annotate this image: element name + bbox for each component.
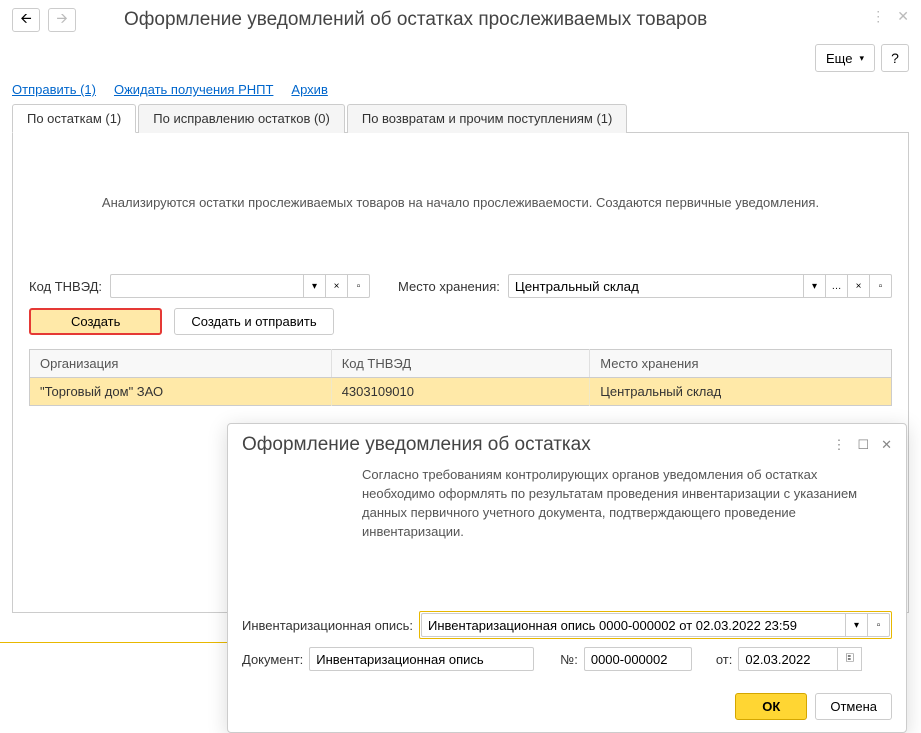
document-input[interactable] (309, 647, 534, 671)
storage-input[interactable] (508, 274, 804, 298)
more-button[interactable]: Еще (815, 44, 875, 72)
send-link[interactable]: Отправить (1) (12, 82, 96, 97)
tnved-dropdown-button[interactable]: ▾ (304, 274, 326, 298)
number-input[interactable] (584, 647, 692, 671)
dialog-description: Согласно требованиям контролирующих орга… (362, 466, 892, 541)
page-title: Оформление уведомлений об остатках просл… (124, 9, 707, 31)
col-storage[interactable]: Место хранения (590, 350, 892, 378)
kebab-icon[interactable]: ⋮ (871, 8, 885, 25)
cancel-button[interactable]: Отмена (815, 693, 892, 720)
storage-label: Место хранения: (398, 279, 500, 294)
footer-divider (0, 642, 230, 643)
tab-balances[interactable]: По остаткам (1) (12, 104, 136, 133)
dialog-title: Оформление уведомления об остатках (242, 434, 591, 456)
storage-more-button[interactable]: … (826, 274, 848, 298)
info-text: Анализируются остатки прослеживаемых тов… (29, 195, 892, 210)
dialog-kebab-icon[interactable]: ⋮ (832, 437, 845, 453)
storage-dropdown-button[interactable]: ▾ (804, 274, 826, 298)
number-label: №: (560, 652, 578, 667)
tnved-open-button[interactable]: ▫ (348, 274, 370, 298)
tnved-label: Код ТНВЭД: (29, 279, 102, 294)
dialog-maximize-icon[interactable]: ☐ (857, 437, 869, 453)
col-tnved[interactable]: Код ТНВЭД (331, 350, 590, 378)
col-organization[interactable]: Организация (30, 350, 332, 378)
tnved-clear-button[interactable]: × (326, 274, 348, 298)
ok-button[interactable]: ОК (735, 693, 807, 720)
close-icon[interactable]: ✕ (897, 8, 909, 25)
help-button[interactable]: ? (881, 44, 909, 72)
storage-clear-button[interactable]: × (848, 274, 870, 298)
dialog-close-icon[interactable]: ✕ (881, 437, 892, 453)
tab-corrections[interactable]: По исправлению остатков (0) (138, 104, 345, 133)
storage-open-button[interactable]: ▫ (870, 274, 892, 298)
inventory-dialog: Оформление уведомления об остатках ⋮ ☐ ✕… (227, 423, 907, 733)
nav-back-button[interactable]: 🡨 (12, 8, 40, 32)
nav-forward-button[interactable]: 🡪 (48, 8, 76, 32)
calendar-button[interactable]: 🗉 (838, 647, 862, 671)
inventory-dropdown-button[interactable]: ▾ (846, 613, 868, 637)
archive-link[interactable]: Архив (291, 82, 327, 97)
calendar-icon: 🗉 (845, 649, 854, 670)
inventory-open-button[interactable]: ▫ (868, 613, 890, 637)
create-and-send-button[interactable]: Создать и отправить (174, 308, 333, 335)
document-label: Документ: (242, 652, 303, 667)
inventory-label: Инвентаризационная опись: (242, 618, 413, 633)
await-rnpt-link[interactable]: Ожидать получения РНПТ (114, 82, 273, 97)
table-row[interactable]: "Торговый дом" ЗАО 4303109010 Центральны… (30, 378, 892, 406)
balances-table: Организация Код ТНВЭД Место хранения "То… (29, 349, 892, 406)
create-button[interactable]: Создать (29, 308, 162, 335)
tab-returns[interactable]: По возвратам и прочим поступлениям (1) (347, 104, 627, 133)
date-label: от: (716, 652, 733, 667)
inventory-input[interactable] (421, 613, 846, 637)
date-input[interactable] (738, 647, 838, 671)
tnved-input[interactable] (110, 274, 304, 298)
